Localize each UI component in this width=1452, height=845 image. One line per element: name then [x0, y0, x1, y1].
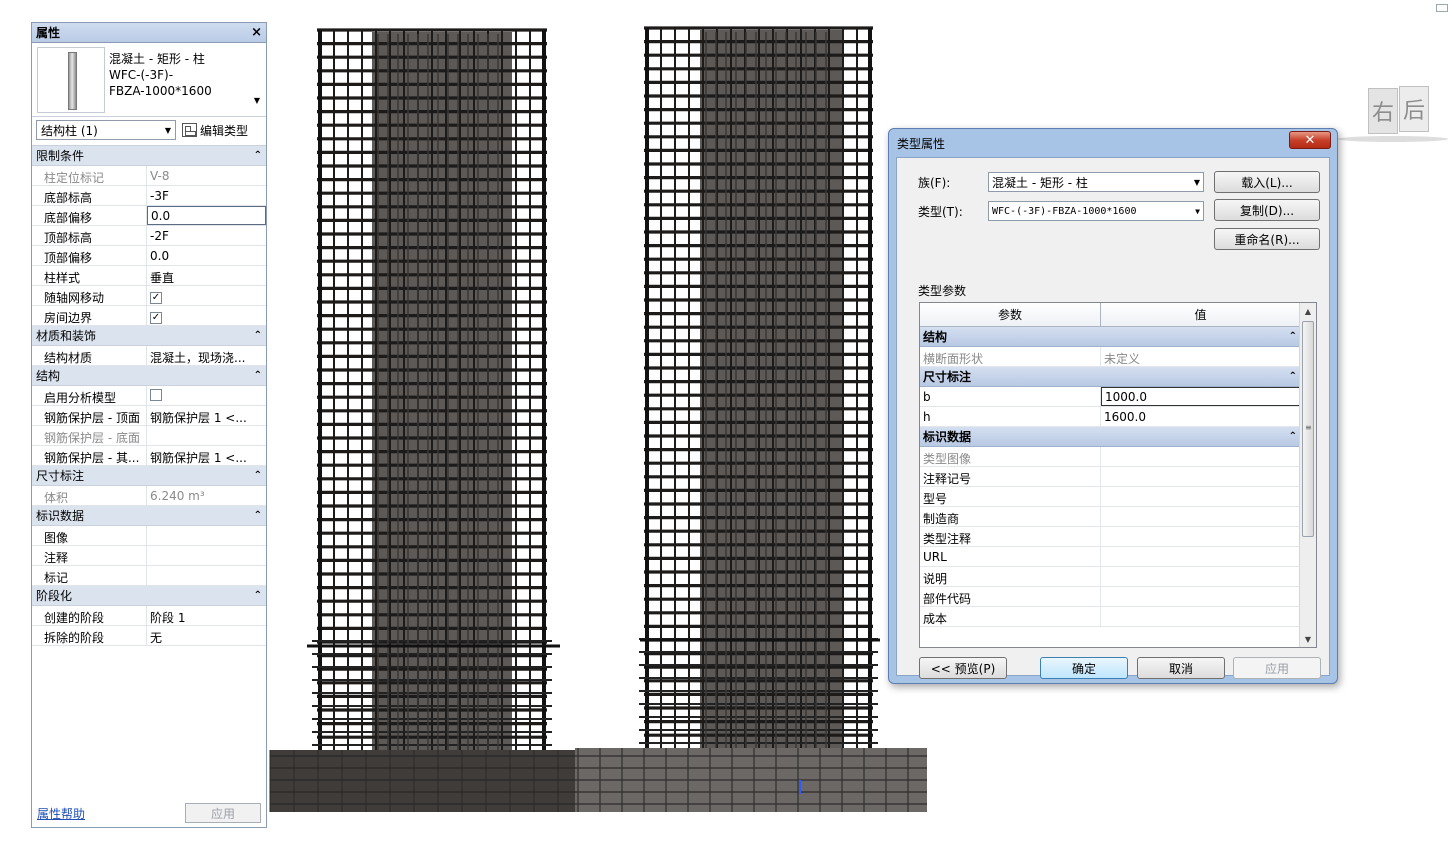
parameter-group-header[interactable]: 标识数据 ⌃: [920, 427, 1300, 447]
duplicate-button[interactable]: 复制(D)...: [1214, 199, 1320, 221]
parameter-value[interactable]: [1101, 567, 1300, 586]
parameter-row: 类型图像: [920, 447, 1300, 467]
parameter-value[interactable]: [1101, 587, 1300, 606]
type-parameters-label: 类型参数: [918, 284, 967, 298]
parameter-name: 注释记号: [920, 467, 1101, 486]
rename-button[interactable]: 重命名(R)...: [1214, 228, 1320, 250]
parameter-group-header[interactable]: 结构 ⌃: [920, 327, 1300, 347]
parameter-name: 横断面形状: [920, 347, 1101, 366]
parameter-value[interactable]: [1101, 547, 1300, 566]
chevron-down-icon: ▼: [1195, 206, 1200, 216]
parameter-value: 未定义: [1104, 352, 1141, 366]
type-properties-dialog: 类型属性 ✕ 族(F): 混凝土 - 矩形 - 柱 ▼ 类型(T): WFC-(…: [888, 128, 1338, 684]
parameter-name: URL: [920, 547, 1101, 566]
parameter-name: 制造商: [920, 507, 1101, 526]
parameter-name: b: [920, 387, 1101, 406]
chevron-down-icon: ▼: [1193, 177, 1200, 187]
parameter-value[interactable]: [1101, 527, 1300, 546]
parameter-row: 成本: [920, 607, 1300, 627]
dialog-title: 类型属性: [897, 136, 946, 151]
preview-button[interactable]: << 预览(P): [919, 657, 1007, 679]
parameter-row: 制造商: [920, 507, 1300, 527]
close-icon[interactable]: ✕: [1289, 131, 1331, 149]
parameter-group-header[interactable]: 尺寸标注 ⌃: [920, 367, 1300, 387]
parameter-group-label: 标识数据: [923, 430, 972, 444]
family-dropdown[interactable]: 混凝土 - 矩形 - 柱 ▼: [988, 172, 1204, 192]
view-cube-face-right[interactable]: 右: [1368, 88, 1398, 134]
parameter-group-label: 尺寸标注: [923, 370, 972, 384]
parameter-row: 型号: [920, 487, 1300, 507]
parameter-value[interactable]: [1101, 487, 1300, 506]
parameter-row: 说明: [920, 567, 1300, 587]
parameter-name: 部件代码: [920, 587, 1101, 606]
cancel-button[interactable]: 取消: [1137, 657, 1225, 679]
parameter-row: h 1600.0: [920, 407, 1300, 427]
parameter-name: h: [920, 407, 1101, 426]
collapse-icon[interactable]: ⌃: [1289, 431, 1297, 442]
view-cube[interactable]: 右 后: [1338, 86, 1448, 142]
view-cube-face-back[interactable]: 后: [1399, 86, 1429, 132]
ok-button[interactable]: 确定: [1040, 657, 1128, 679]
restore-view-icon[interactable]: [1436, 4, 1448, 12]
parameter-name: 类型图像: [920, 447, 1101, 466]
column-header-value[interactable]: 值: [1101, 303, 1300, 326]
parameter-name: 成本: [920, 607, 1101, 626]
load-button[interactable]: 载入(L)...: [1214, 171, 1320, 193]
parameter-value: [1101, 447, 1300, 466]
type-parameters-grid: 参数 值 结构 ⌃ 横断面形状 未定义尺寸标注 ⌃ b 1000.0 h 1600.0 标识数据 ⌃…: [919, 302, 1317, 648]
scroll-up-icon[interactable]: ▲: [1300, 303, 1316, 319]
type-label: 类型(T):: [918, 204, 963, 219]
family-value: 混凝土 - 矩形 - 柱: [992, 175, 1088, 190]
parameter-value[interactable]: [1101, 467, 1300, 486]
grip-icon: ≡: [1305, 423, 1312, 432]
parameter-row: 类型注释: [920, 527, 1300, 547]
parameter-value[interactable]: 1600.0: [1101, 407, 1300, 426]
parameter-row: 横断面形状 未定义: [920, 347, 1300, 367]
parameter-row: b 1000.0: [920, 387, 1300, 407]
type-dropdown[interactable]: WFC-(-3F)-FBZA-1000*1600 ▼: [988, 201, 1204, 221]
parameter-value[interactable]: 1000.0: [1101, 387, 1300, 406]
column-header-parameter[interactable]: 参数: [920, 303, 1101, 326]
parameter-name: 型号: [920, 487, 1101, 506]
dialog-titlebar[interactable]: 类型属性: [889, 129, 1337, 157]
parameter-group-label: 结构: [923, 330, 948, 344]
vertical-scrollbar[interactable]: ▲ ≡ ▼: [1299, 303, 1316, 647]
parameter-row: 注释记号: [920, 467, 1300, 487]
parameter-name: 说明: [920, 567, 1101, 586]
parameter-value[interactable]: [1101, 507, 1300, 526]
collapse-icon[interactable]: ⌃: [1289, 331, 1297, 342]
parameter-value[interactable]: [1101, 607, 1300, 626]
parameter-row: 部件代码: [920, 587, 1300, 607]
parameter-row: URL: [920, 547, 1300, 567]
collapse-icon[interactable]: ⌃: [1289, 371, 1297, 382]
scroll-down-icon[interactable]: ▼: [1300, 631, 1316, 647]
type-value: WFC-(-3F)-FBZA-1000*1600: [992, 205, 1137, 217]
apply-button[interactable]: 应用: [1233, 657, 1321, 679]
parameter-name: 类型注释: [920, 527, 1101, 546]
family-label: 族(F):: [918, 175, 951, 190]
